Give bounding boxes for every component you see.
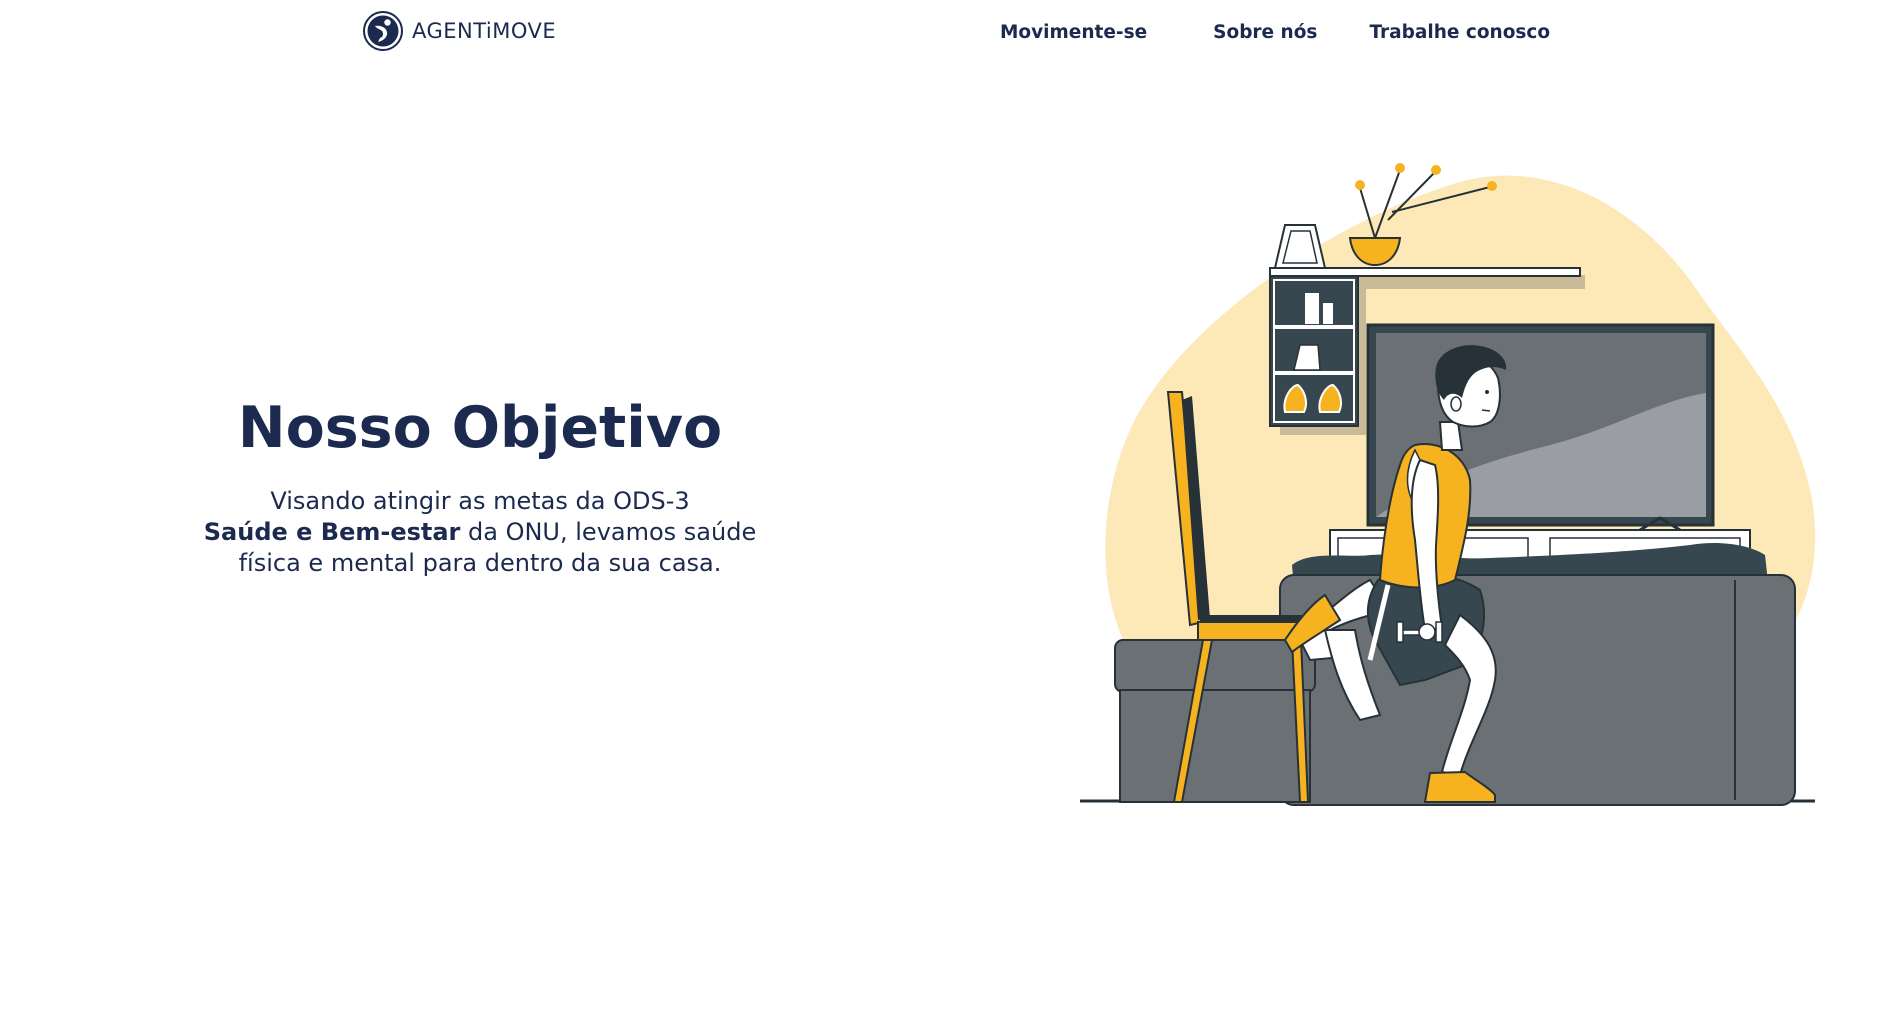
hero-subtitle-line2: da ONU, levamos saúde bbox=[460, 518, 757, 546]
site-logo[interactable]: AGENTiMOVE bbox=[362, 10, 556, 52]
hero-subtitle-bold: Saúde e Bem-estar bbox=[203, 518, 461, 546]
hero-subtitle-line1: Visando atingir as metas da ODS-3 bbox=[270, 487, 690, 515]
page: AGENTiMOVE Movimente-se Sobre nós Trabal… bbox=[0, 0, 1901, 1010]
ottoman-top bbox=[1114, 639, 1316, 693]
nav-link-movimente-se[interactable]: Movimente-se bbox=[1000, 22, 1147, 43]
hero-subtitle: Visando atingir as metas da ODS-3 Saúde … bbox=[180, 486, 780, 579]
hero-title: Nosso Objetivo bbox=[237, 395, 723, 461]
logo-text: AGENTiMOVE bbox=[412, 19, 557, 43]
exercise-illustration bbox=[1080, 163, 1816, 806]
agentimove-logo-icon bbox=[363, 11, 403, 51]
nav-link-trabalhe-conosco[interactable]: Trabalhe conosco bbox=[1369, 22, 1550, 43]
ottoman-base bbox=[1119, 689, 1311, 803]
wall-shelf bbox=[1269, 267, 1581, 277]
hero-subtitle-line3: física e mental para dentro da sua casa. bbox=[238, 549, 722, 577]
main-nav: Movimente-se Sobre nós Trabalhe conosco bbox=[1000, 20, 1550, 44]
nav-link-sobre-nos[interactable]: Sobre nós bbox=[1213, 22, 1317, 43]
